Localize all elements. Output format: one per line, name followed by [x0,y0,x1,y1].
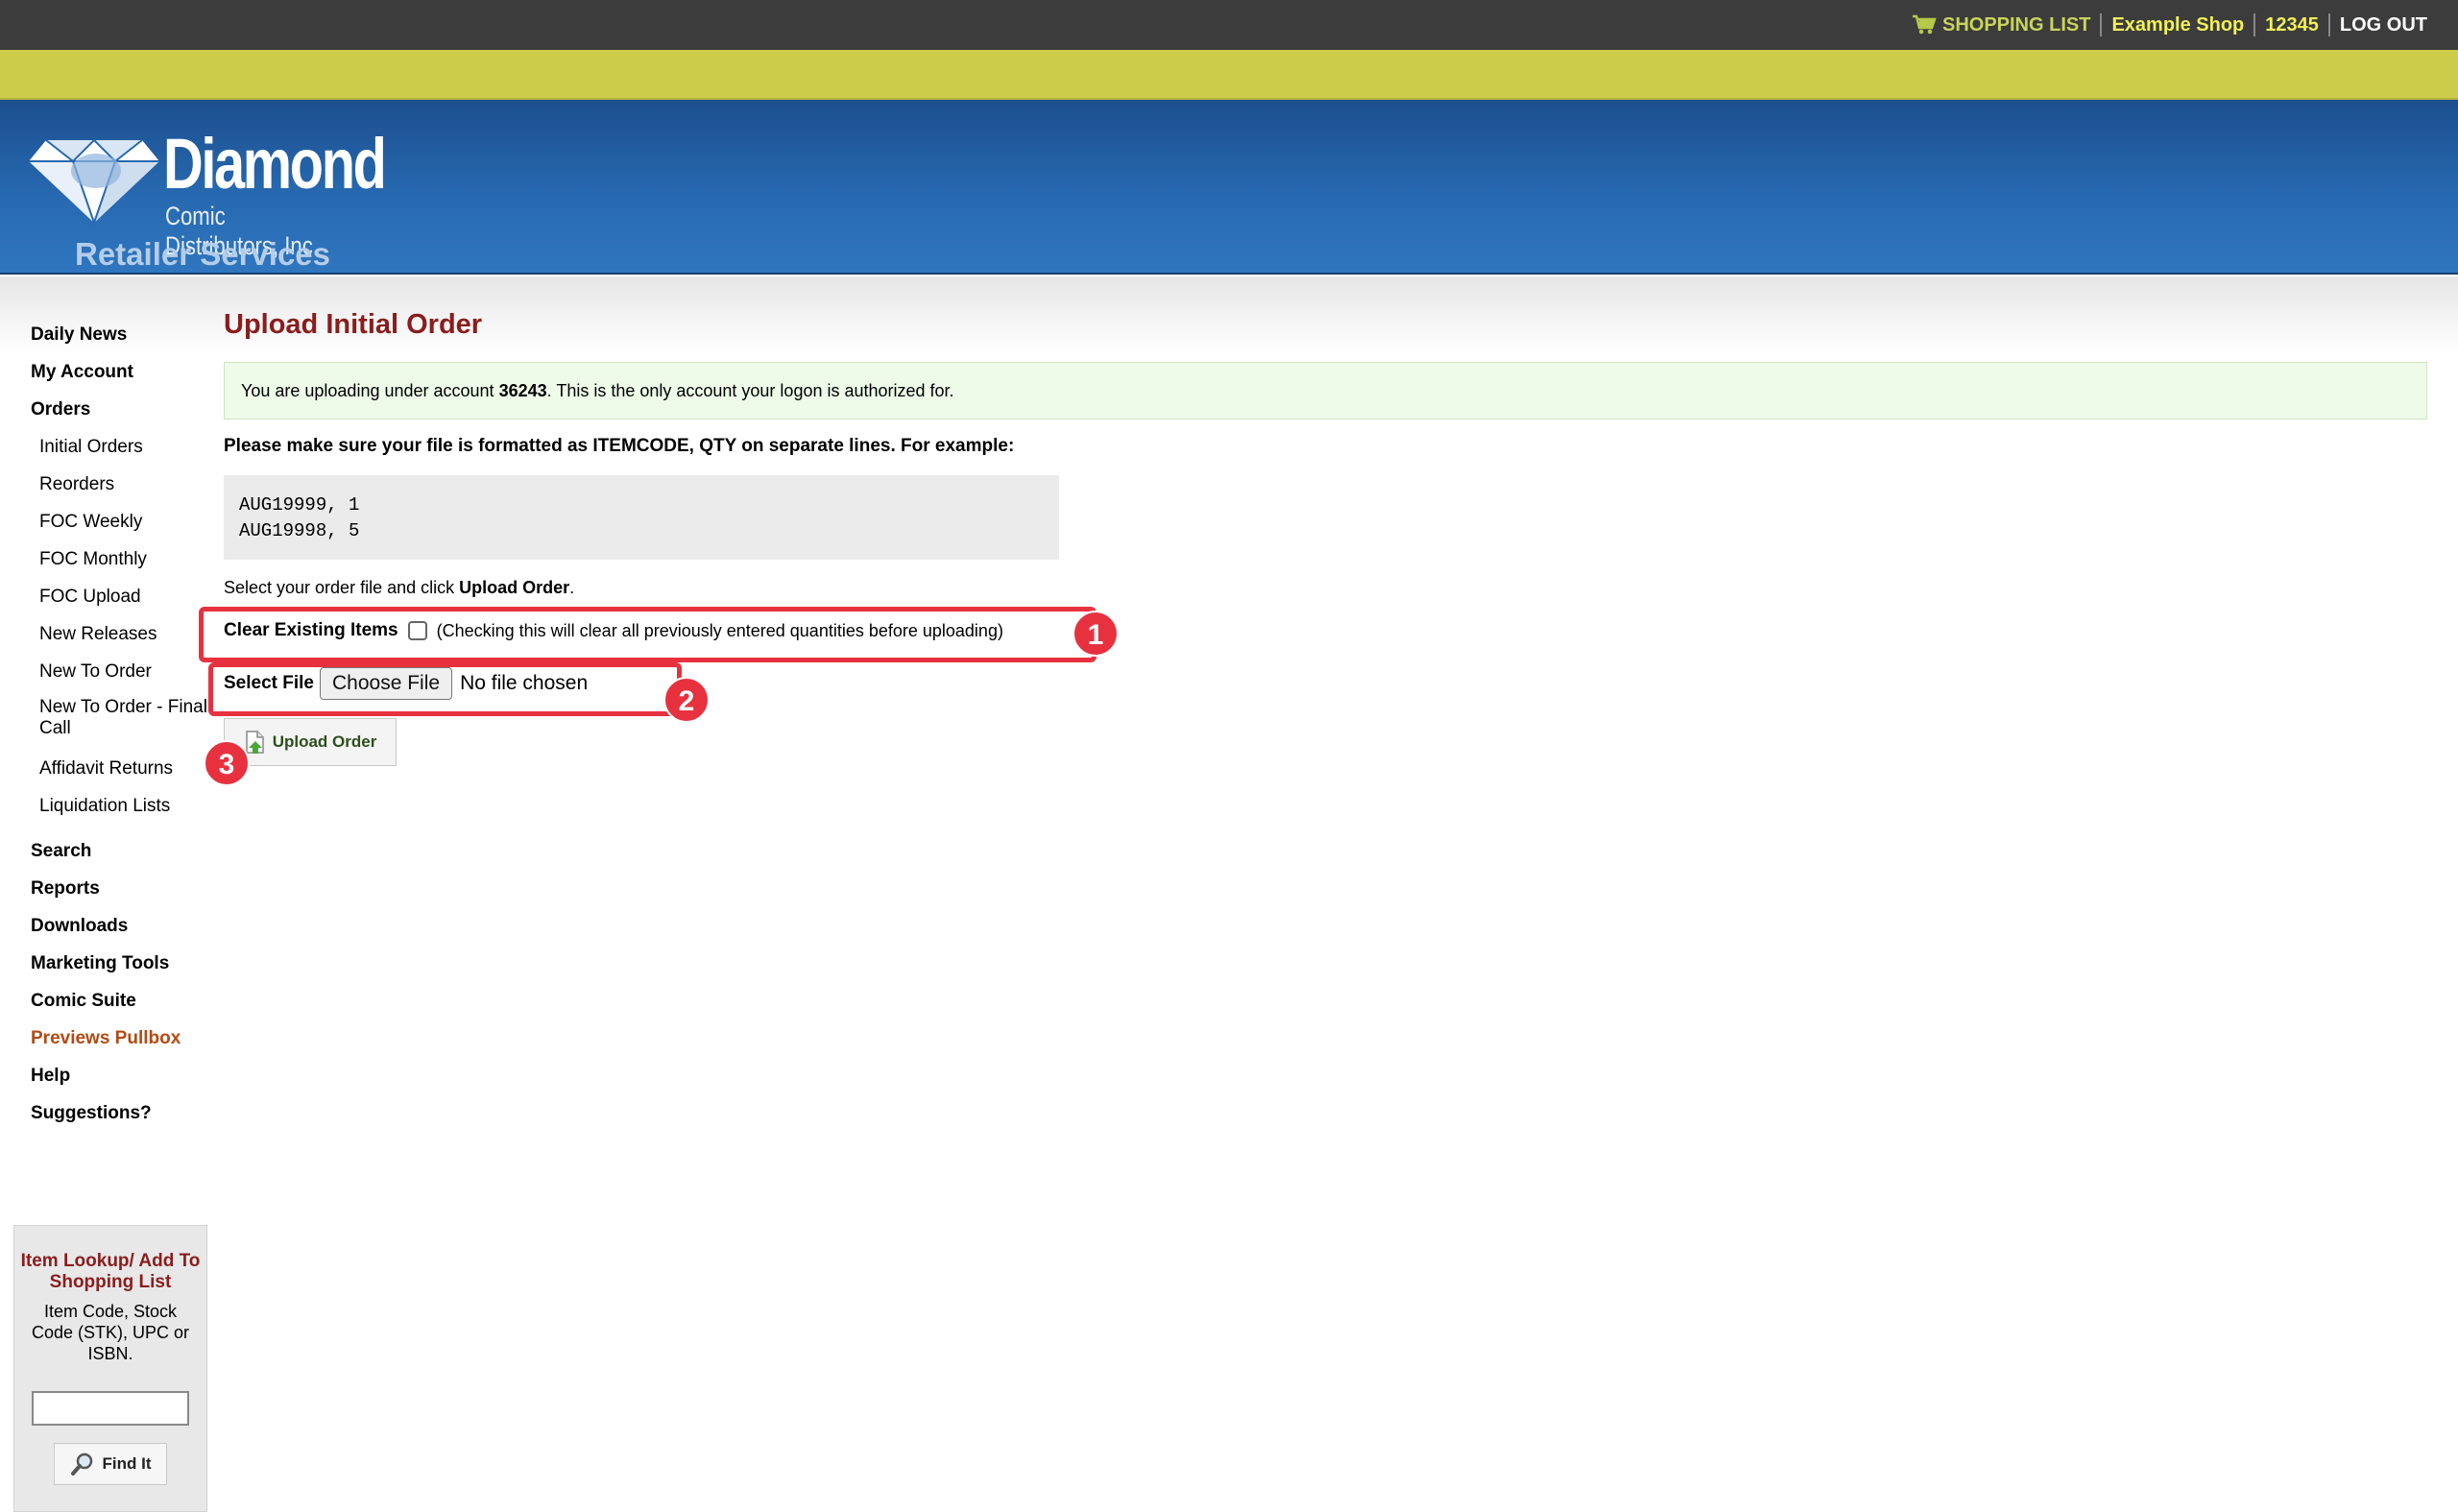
sidebar-item-affidavit-returns[interactable]: Affidavit Returns [31,756,213,794]
sidebar-item-help[interactable]: Help [31,1064,213,1101]
divider [2100,13,2103,36]
upload-order-button[interactable]: Upload Order [224,718,397,766]
item-lookup-input[interactable] [32,1391,189,1426]
notice-prefix: You are uploading under account [241,381,494,400]
find-it-label: Find It [102,1454,152,1473]
site-logo[interactable]: Diamond Comic Distributors, Inc. Retaile… [27,123,387,272]
sidebar-item-previews-pullbox[interactable]: Previews Pullbox [31,1026,213,1064]
sidebar-item-comic-suite[interactable]: Comic Suite [31,989,213,1026]
format-instruction: Please make sure your file is formatted … [224,436,1015,456]
page-title: Upload Initial Order [224,309,483,340]
divider [2327,13,2330,36]
sidebar-item-foc-upload[interactable]: FOC Upload [31,585,213,622]
notice-account: 36243 [498,381,547,400]
select-file-label: Select File [224,673,314,693]
site-header: Diamond Comic Distributors, Inc. Retaile… [0,100,2458,275]
shopping-list-link[interactable]: SHOPPING LIST [1912,14,2090,36]
logo-tagline: Retailer Services [75,236,331,272]
shopping-list-label: SHOPPING LIST [1941,13,2091,36]
sidebar-item-foc-monthly[interactable]: FOC Monthly [31,547,213,585]
clear-existing-checkbox[interactable] [407,621,427,640]
sidebar-spacer [31,831,213,839]
sidebar-nav: Daily News My Account Orders Initial Ord… [31,323,213,1139]
clear-existing-row: Clear Existing Items (Checking this will… [224,620,1003,641]
main-content: Upload Initial Order You are uploading u… [224,307,2432,766]
clear-existing-label: Clear Existing Items [224,620,398,640]
diamond-logo-icon [29,138,159,225]
sidebar-item-reorders[interactable]: Reorders [31,472,213,510]
top-bar: SHOPPING LIST Example Shop 12345 LOG OUT [0,0,2458,50]
logout-link[interactable]: LOG OUT [2340,14,2427,36]
upload-order-label: Upload Order [272,732,377,751]
sidebar-item-search[interactable]: Search [31,839,213,876]
sidebar-item-new-to-order[interactable]: New To Order [31,660,213,697]
sidebar-item-daily-news[interactable]: Daily News [31,323,213,360]
account-notice: You are uploading under account 36243. T… [224,362,2427,420]
sidebar-item-orders[interactable]: Orders [31,397,213,435]
shopping-cart-icon [1912,14,1937,35]
sidebar-item-marketing-tools[interactable]: Marketing Tools [31,951,213,989]
find-it-button[interactable]: Find It [53,1443,168,1485]
account-number-link[interactable]: 12345 [2265,14,2319,36]
annotation-badge-1: 1 [1072,611,1119,657]
upload-icon [245,731,264,754]
select-file-row: Select File Choose File No file chosen [224,667,588,700]
sidebar-item-foc-weekly[interactable]: FOC Weekly [31,510,213,547]
select-suffix: . [569,578,575,597]
sidebar-item-new-releases[interactable]: New Releases [31,622,213,660]
sidebar: Daily News My Account Orders Initial Ord… [31,323,213,1139]
sidebar-item-suggestions[interactable]: Suggestions? [31,1101,213,1139]
magnifier-icon [70,1452,92,1476]
example-line: AUG19999, 1 [239,494,360,516]
item-lookup-description: Item Code, Stock Code (STK), UPC or ISBN… [31,1302,190,1363]
sidebar-item-reports[interactable]: Reports [31,876,213,914]
notice-suffix: . This is the only account your logon is… [546,381,954,400]
item-lookup-panel: Item Lookup/ Add To Shopping List Item C… [13,1225,207,1512]
sidebar-item-initial-orders[interactable]: Initial Orders [31,435,213,472]
file-status: No file chosen [460,672,589,694]
select-prefix: Select your order file and click [224,578,455,597]
divider [2253,13,2256,36]
item-lookup-title: Item Lookup/ Add To Shopping List [20,1251,201,1292]
select-bold: Upload Order [459,578,570,597]
clear-existing-note: (Checking this will clear all previously… [436,620,1003,640]
format-example: AUG19999, 1 AUG19998, 5 [224,475,1059,560]
annotation-badge-3: 3 [204,740,250,786]
sidebar-item-downloads[interactable]: Downloads [31,914,213,951]
annotation-badge-2: 2 [663,677,710,723]
shop-name-link[interactable]: Example Shop [2111,14,2244,36]
choose-file-button[interactable]: Choose File [320,667,453,700]
example-line: AUG19998, 5 [239,520,360,541]
logo-wordmark: Diamond [163,124,387,204]
sidebar-item-my-account[interactable]: My Account [31,360,213,397]
top-nav: SHOPPING LIST Example Shop 12345 LOG OUT [1912,0,2427,50]
sidebar-item-liquidation-lists[interactable]: Liquidation Lists [31,794,213,831]
sidebar-item-new-to-order-final-call[interactable]: New To Order - Final Call [31,697,213,756]
accent-band [0,50,2458,100]
select-instruction: Select your order file and click Upload … [224,578,574,598]
